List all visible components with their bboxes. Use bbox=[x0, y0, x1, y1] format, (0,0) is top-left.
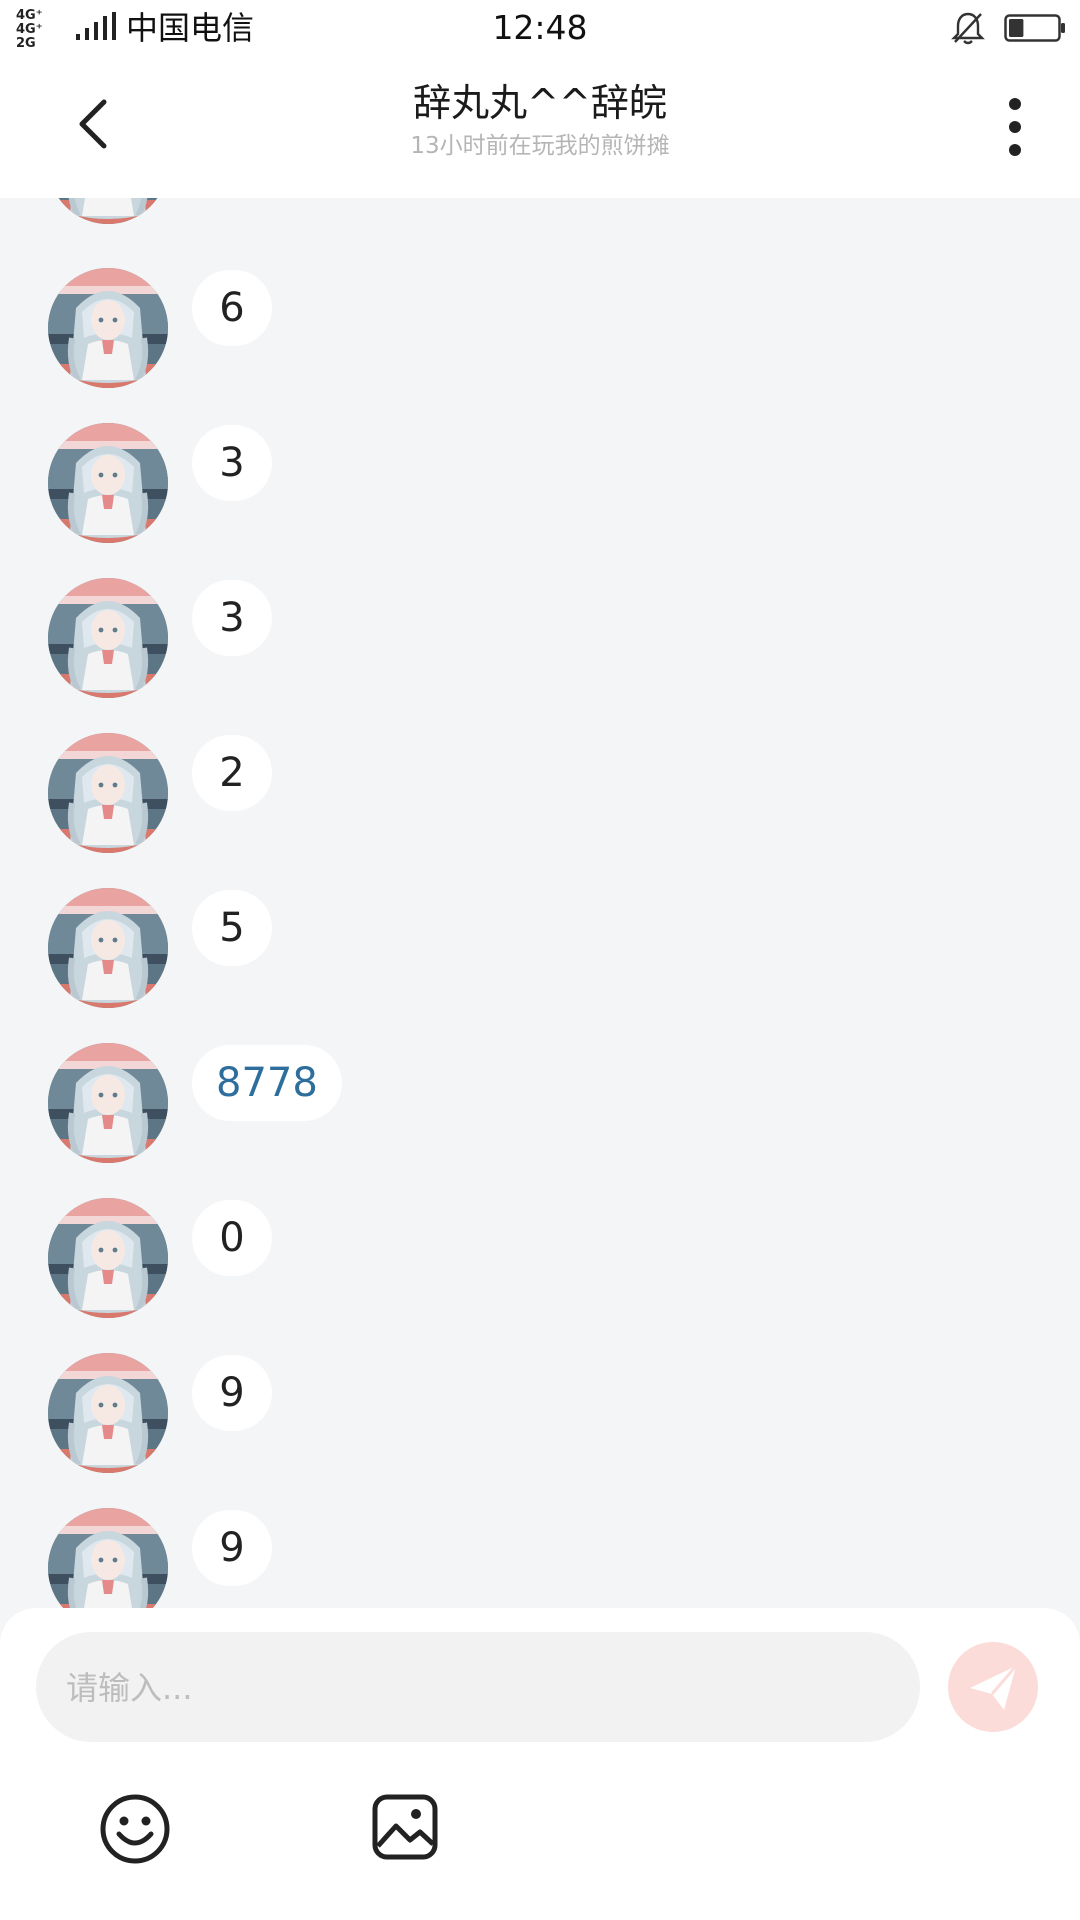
message-row bbox=[0, 198, 1080, 234]
message-bubble[interactable]: 9 bbox=[192, 1355, 272, 1431]
message-bubble-link[interactable]: 8778 bbox=[192, 1045, 342, 1121]
message-bubble[interactable]: 6 bbox=[192, 270, 272, 346]
message-row: 3 bbox=[0, 578, 1080, 708]
message-row: 9 bbox=[0, 1353, 1080, 1483]
status-bar: 4G⁺ 4G⁺ 2G 中国电信 12:48 bbox=[0, 0, 1080, 58]
avatar[interactable] bbox=[48, 733, 168, 853]
avatar[interactable] bbox=[48, 578, 168, 698]
message-row: 8778 bbox=[0, 1043, 1080, 1173]
more-vertical-icon[interactable] bbox=[990, 94, 1040, 160]
avatar[interactable] bbox=[48, 198, 168, 224]
message-bubble[interactable]: 2 bbox=[192, 735, 272, 811]
message-row: 9 bbox=[0, 1508, 1080, 1608]
message-row: 5 bbox=[0, 888, 1080, 1018]
emoji-icon[interactable] bbox=[98, 1792, 172, 1866]
composer-panel bbox=[0, 1608, 1080, 1920]
message-input[interactable] bbox=[64, 1632, 896, 1744]
avatar[interactable] bbox=[48, 423, 168, 543]
message-bubble[interactable]: 3 bbox=[192, 425, 272, 501]
status-time: 12:48 bbox=[492, 8, 588, 47]
message-row: 0 bbox=[0, 1198, 1080, 1328]
avatar[interactable] bbox=[48, 1353, 168, 1473]
chat-title: 辞丸丸^^辞皖 bbox=[413, 81, 667, 125]
avatar[interactable] bbox=[48, 888, 168, 1008]
avatar[interactable] bbox=[48, 1508, 168, 1608]
avatar[interactable] bbox=[48, 268, 168, 388]
avatar[interactable] bbox=[48, 1198, 168, 1318]
message-bubble[interactable]: 9 bbox=[192, 1510, 272, 1586]
message-bubble[interactable]: 0 bbox=[192, 1200, 272, 1276]
send-button[interactable] bbox=[948, 1642, 1038, 1732]
battery-icon bbox=[1004, 14, 1065, 42]
message-row: 3 bbox=[0, 423, 1080, 553]
message-input-wrap[interactable] bbox=[36, 1632, 920, 1744]
chat-header: 辞丸丸^^辞皖 13小时前在玩我的煎饼摊 bbox=[0, 58, 1080, 198]
chat-title-area: 辞丸丸^^辞皖 13小时前在玩我的煎饼摊 bbox=[200, 78, 880, 162]
message-bubble[interactable]: 3 bbox=[192, 580, 272, 656]
image-icon[interactable] bbox=[370, 1792, 440, 1862]
message-row: 2 bbox=[0, 733, 1080, 863]
message-row: 6 bbox=[0, 268, 1080, 398]
send-icon bbox=[970, 1665, 1018, 1710]
avatar[interactable] bbox=[48, 1043, 168, 1163]
message-bubble[interactable]: 5 bbox=[192, 890, 272, 966]
back-arrow-icon[interactable] bbox=[66, 94, 126, 154]
chat-subtitle: 13小时前在玩我的煎饼摊 bbox=[410, 133, 670, 159]
message-list[interactable]: 6 3 3 2 5 8778 0 9 9 bbox=[0, 198, 1080, 1608]
bell-muted-icon bbox=[951, 12, 985, 45]
